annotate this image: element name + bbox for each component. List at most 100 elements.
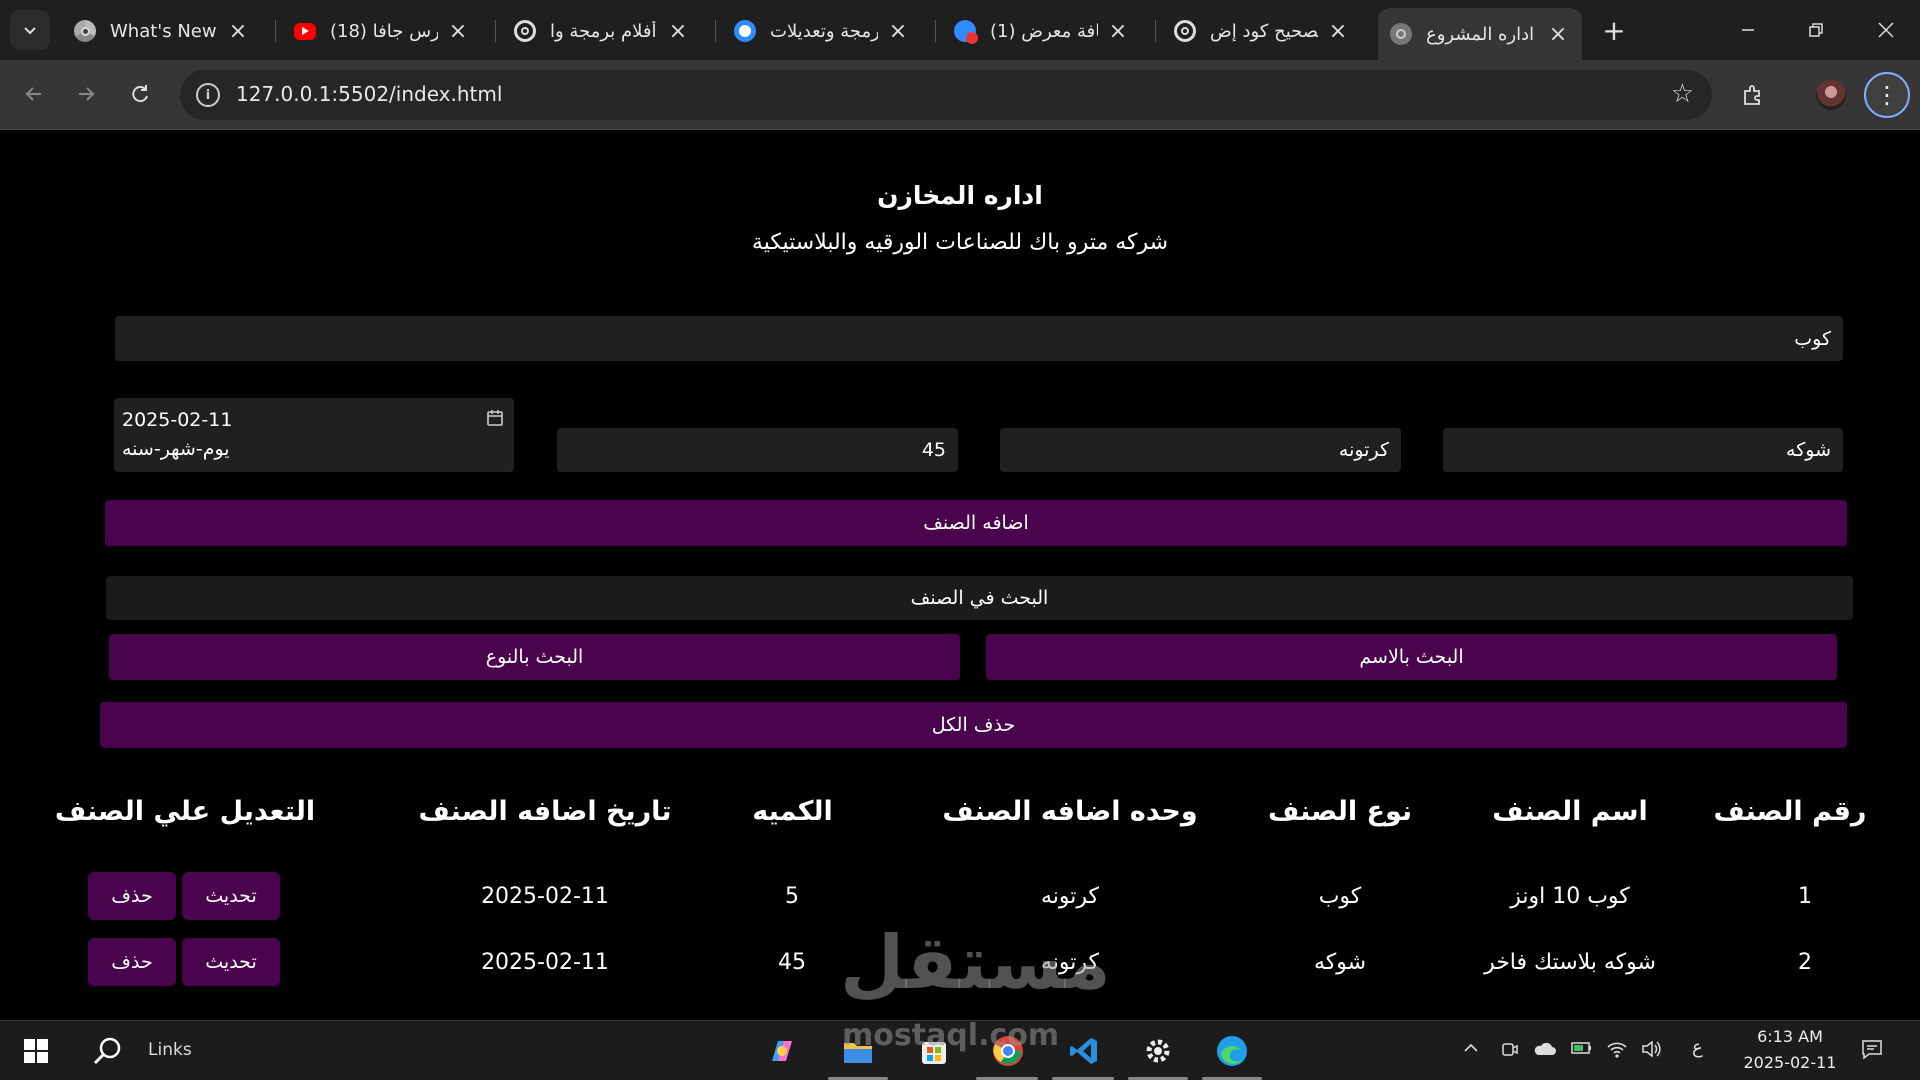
notification-icon: [954, 20, 978, 44]
table-header-unit: وحده اضافه الصنف: [942, 796, 1198, 827]
close-icon[interactable]: ×: [1546, 22, 1570, 47]
page-content: اداره المخازن شركه مترو باك للصناعات الو…: [0, 131, 1920, 1020]
tab-chatgpt-2[interactable]: تصحيح كود إض ×: [1162, 10, 1362, 52]
windows-taskbar: Links ع 6:13 AM 2025-02-11 mostaql.com: [0, 1020, 1920, 1080]
back-arrow-icon[interactable]: [14, 74, 54, 114]
chevron-down-icon: [24, 27, 36, 35]
company-subtitle: شركه مترو باك للصناعات الورقيه والبلاستي…: [751, 230, 1169, 255]
input-language[interactable]: ع: [1692, 1037, 1703, 1058]
watermark-logo: مستقل: [840, 920, 1111, 1006]
tab-gallery[interactable]: (1) إضافة معرض ×: [942, 10, 1142, 52]
cell-name: كوب 10 اونز: [1510, 884, 1630, 909]
tab-separator: [275, 20, 276, 42]
clock-time[interactable]: 6:13 AM: [1740, 1027, 1840, 1046]
delete-button[interactable]: حذف: [88, 938, 176, 986]
chrome-icon: [74, 20, 96, 42]
update-button[interactable]: تحديث: [182, 938, 280, 986]
close-icon[interactable]: ×: [446, 19, 470, 44]
profile-avatar[interactable]: [1816, 80, 1846, 110]
bookmark-star-icon[interactable]: ☆: [1671, 79, 1694, 109]
wifi-icon[interactable]: [1606, 1039, 1628, 1064]
close-icon[interactable]: ×: [226, 19, 250, 44]
tab-separator: [1155, 20, 1156, 42]
tab-title: What's New: [110, 20, 217, 42]
tab-whats-new[interactable]: What's New ×: [62, 10, 262, 52]
tab-title: (1) إضافة معرض: [990, 20, 1098, 42]
tab-title: (18) كورس جافا: [330, 20, 438, 42]
browser-tab-strip: What's New × (18) كورس جافا × أفلام برمج…: [0, 0, 1920, 60]
search-by-type-button[interactable]: البحث بالنوع: [109, 634, 960, 680]
table-header-date: تاريخ اضافه الصنف: [418, 796, 672, 827]
restore-icon[interactable]: [1792, 10, 1840, 50]
tab-title: أفلام برمجة وا: [550, 20, 657, 42]
ring-icon: [734, 20, 756, 42]
youtube-icon: [294, 22, 316, 40]
windows-start-icon[interactable]: [16, 1031, 56, 1071]
minimize-icon[interactable]: [1724, 10, 1772, 50]
vscode-icon[interactable]: [1064, 1031, 1104, 1071]
cell-date: 2025-02-11: [481, 884, 609, 909]
copilot-icon[interactable]: [762, 1031, 802, 1071]
add-item-button[interactable]: اضافه الصنف: [105, 500, 1847, 546]
table-header-quantity: الكميه: [752, 796, 833, 827]
delete-all-button[interactable]: حذف الكل: [100, 702, 1847, 748]
extensions-icon[interactable]: [1734, 76, 1772, 114]
openai-icon: [514, 20, 536, 42]
battery-icon[interactable]: [1570, 1039, 1594, 1062]
taskbar-search-label[interactable]: Links: [148, 1040, 192, 1060]
update-button[interactable]: تحديث: [182, 872, 280, 920]
new-tab-button[interactable]: +: [1598, 14, 1630, 47]
quantity-input[interactable]: 45: [557, 428, 958, 472]
table-header-actions: التعديل علي الصنف: [54, 796, 316, 827]
clock-date[interactable]: 2025-02-11: [1730, 1053, 1850, 1072]
tab-title: تصحيح كود إض: [1210, 20, 1318, 42]
reload-icon[interactable]: [120, 74, 160, 114]
openai-icon: [1174, 20, 1196, 42]
page-title: اداره المخازن: [877, 181, 1043, 210]
tab-title: اداره المشروع: [1426, 23, 1535, 45]
date-format-hint: يوم-شهر-سنه: [122, 438, 230, 460]
globe-icon: [1390, 23, 1412, 45]
item-unit-input[interactable]: كرتونه: [1000, 428, 1401, 472]
delete-button[interactable]: حذف: [88, 872, 176, 920]
cell-date: 2025-02-11: [481, 950, 609, 975]
watermark-url: mostaql.com: [842, 1018, 1060, 1053]
cell-quantity: 5: [785, 884, 799, 909]
address-bar[interactable]: i 127.0.0.1:5502/index.html ☆: [180, 70, 1712, 120]
close-icon[interactable]: ×: [1326, 19, 1350, 44]
tab-search-button[interactable]: [10, 10, 50, 50]
cloud-icon[interactable]: [1532, 1039, 1558, 1064]
site-info-icon[interactable]: i: [196, 83, 220, 107]
date-value: 2025-02-11: [122, 409, 233, 431]
tab-programming[interactable]: برمجة وتعديلات ×: [722, 10, 922, 52]
forward-arrow-icon[interactable]: [66, 74, 106, 114]
tab-chatgpt-1[interactable]: أفلام برمجة وا ×: [502, 10, 702, 52]
cell-id: 1: [1798, 884, 1812, 909]
browser-toolbar: i 127.0.0.1:5502/index.html ☆ ⋮: [0, 60, 1920, 130]
notification-center-icon[interactable]: [1860, 1037, 1884, 1066]
menu-dots-icon[interactable]: ⋮: [1864, 72, 1910, 118]
tab-project-active[interactable]: اداره المشروع ×: [1378, 8, 1582, 60]
search-input[interactable]: البحث في الصنف: [106, 576, 1853, 620]
date-input[interactable]: 2025-02-11 يوم-شهر-سنه: [114, 398, 514, 472]
chevron-up-icon[interactable]: [1462, 1039, 1480, 1062]
tab-separator: [495, 20, 496, 42]
close-window-icon[interactable]: [1862, 10, 1910, 50]
close-icon[interactable]: ×: [886, 19, 910, 44]
search-by-name-button[interactable]: البحث بالاسم: [986, 634, 1837, 680]
close-icon[interactable]: ×: [666, 19, 690, 44]
edge-icon[interactable]: [1212, 1031, 1252, 1071]
address-url[interactable]: 127.0.0.1:5502/index.html: [236, 82, 502, 106]
calendar-icon[interactable]: [486, 409, 504, 432]
tab-title: برمجة وتعديلات: [770, 20, 878, 42]
cell-quantity: 45: [778, 950, 806, 975]
meet-now-icon[interactable]: [1500, 1039, 1520, 1064]
item-type-input[interactable]: كوب: [115, 316, 1843, 361]
search-icon[interactable]: [88, 1031, 128, 1071]
table-header-type: نوع الصنف: [1267, 796, 1413, 827]
item-name-input[interactable]: شوكه: [1443, 428, 1843, 472]
close-icon[interactable]: ×: [1106, 19, 1130, 44]
tab-youtube[interactable]: (18) كورس جافا ×: [282, 10, 482, 52]
volume-icon[interactable]: [1640, 1039, 1662, 1064]
settings-gear-icon[interactable]: [1138, 1031, 1178, 1071]
